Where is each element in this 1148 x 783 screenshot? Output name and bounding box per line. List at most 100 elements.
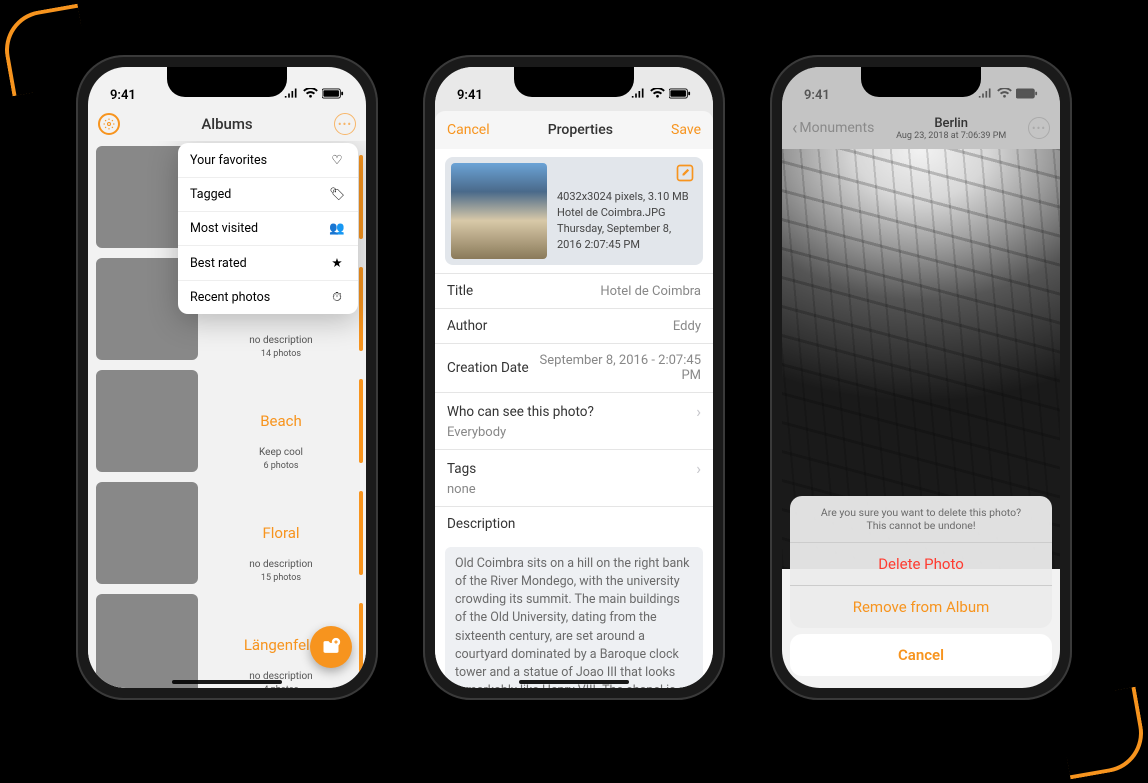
edit-icon[interactable] — [675, 163, 695, 183]
cellular-signal-icon — [978, 88, 993, 103]
sheet-message: Are you sure you want to delete this pho… — [790, 496, 1052, 543]
phone-notch — [167, 67, 287, 97]
album-thumbnail — [96, 594, 198, 688]
author-row[interactable]: Author Eddy — [435, 308, 713, 343]
meta-datetime: Thursday, September 8, 2016 2:07:45 PM — [557, 221, 697, 253]
album-photo-count: 14 photos — [261, 349, 301, 359]
dropdown-item[interactable]: Tagged🏷 — [178, 178, 358, 212]
wifi-icon — [650, 88, 665, 103]
album-info: Floral no description 15 photos — [204, 482, 358, 584]
photo-title-group: Berlin Aug 23, 2018 at 7:06:39 PM — [874, 116, 1028, 141]
album-accent-bar — [359, 379, 363, 463]
back-label: Monuments — [799, 120, 874, 136]
dropdown-item-label: Best rated — [190, 256, 328, 271]
author-value: Eddy — [487, 319, 701, 334]
dropdown-item[interactable]: Recent photos⏱ — [178, 281, 358, 314]
chevron-right-icon: › — [696, 402, 701, 421]
photo-title: Berlin — [874, 116, 1028, 131]
dropdown-item-label: Tagged — [190, 187, 328, 202]
phone-notch — [861, 67, 981, 97]
photo-info-card: 4032x3024 pixels, 3.10 MB Hotel de Coimb… — [445, 157, 703, 265]
dropdown-item-label: Your favorites — [190, 153, 328, 168]
settings-gear-icon[interactable] — [98, 113, 120, 135]
chevron-right-icon: › — [696, 459, 701, 478]
heart-icon: ♡ — [328, 152, 346, 168]
dropdown-item[interactable]: Best rated★ — [178, 246, 358, 281]
delete-photo-button[interactable]: Delete Photo — [790, 543, 1052, 586]
star-icon: ★ — [328, 255, 346, 271]
description-label: Description — [447, 516, 515, 532]
visibility-value: Everybody — [447, 425, 506, 440]
more-menu-icon[interactable]: ••• — [334, 113, 356, 135]
album-photo-count: 15 photos — [261, 573, 301, 583]
phone-mockup-delete: 9:41 ‹ Monuments Berlin Aug 23, 2018 at … — [770, 55, 1072, 700]
battery-icon — [1016, 88, 1038, 103]
album-row[interactable]: Floral no description 15 photos — [88, 477, 366, 589]
album-accent-bar — [359, 267, 363, 351]
visibility-row[interactable]: Who can see this photo? › Everybody — [435, 392, 713, 449]
album-photo-count: 6 photos — [263, 461, 298, 471]
description-label-row: Description — [435, 506, 713, 541]
visibility-label: Who can see this photo? — [447, 404, 594, 420]
album-row[interactable]: Beach Keep cool 6 photos — [88, 365, 366, 477]
modal-title: Properties — [490, 122, 671, 138]
cellular-signal-icon — [284, 88, 299, 103]
description-textarea[interactable]: Old Coimbra sits on a hill on the right … — [445, 547, 703, 688]
home-indicator — [172, 680, 282, 684]
album-accent-bar — [359, 603, 363, 687]
modal-header: Cancel Properties Save — [435, 111, 713, 149]
albums-header: Albums ••• — [88, 107, 366, 141]
dropdown-item[interactable]: Most visited👥 — [178, 212, 358, 246]
wifi-icon — [997, 88, 1012, 103]
tag-icon: 🏷 — [328, 187, 346, 202]
battery-icon — [669, 88, 691, 103]
tags-row[interactable]: Tags › none — [435, 449, 713, 506]
battery-icon — [322, 88, 344, 103]
album-description: Keep cool — [259, 447, 303, 458]
dropdown-item[interactable]: Your favorites♡ — [178, 143, 358, 178]
cellular-signal-icon — [631, 88, 646, 103]
album-title: Beach — [260, 412, 302, 430]
page-title: Albums — [120, 115, 334, 133]
action-sheet: Are you sure you want to delete this pho… — [790, 496, 1052, 628]
tags-label: Tags — [447, 461, 476, 477]
creation-date-row[interactable]: Creation Date September 8, 2016 - 2:07:4… — [435, 343, 713, 392]
dropdown-item-label: Most visited — [190, 221, 328, 236]
tags-value: none — [447, 482, 476, 497]
author-label: Author — [447, 318, 487, 334]
chevron-left-icon: ‹ — [792, 118, 797, 139]
phone-mockup-properties: 9:41 Cancel Properties Save 4032x3024 pi… — [423, 55, 725, 700]
album-accent-bar — [359, 491, 363, 575]
cancel-button[interactable]: Cancel — [447, 122, 490, 138]
photo-navbar: ‹ Monuments Berlin Aug 23, 2018 at 7:06:… — [782, 107, 1060, 149]
photo-thumbnail — [451, 163, 547, 259]
photo-subtitle: Aug 23, 2018 at 7:06:39 PM — [874, 131, 1028, 141]
sort-filter-dropdown: Your favorites♡Tagged🏷Most visited👥Best … — [178, 143, 358, 314]
title-value: Hotel de Coimbra — [473, 284, 701, 299]
meta-pixels: 4032x3024 pixels, 3.10 MB — [557, 189, 697, 205]
album-title: Längenfeld — [244, 636, 318, 654]
people-icon: 👥 — [328, 221, 346, 236]
save-button[interactable]: Save — [671, 122, 701, 138]
home-indicator — [519, 680, 629, 684]
title-label: Title — [447, 283, 473, 299]
album-photo-count: 4 photos — [263, 685, 298, 688]
back-button[interactable]: ‹ Monuments — [792, 118, 874, 139]
sheet-cancel-button[interactable]: Cancel — [790, 634, 1052, 676]
remove-from-album-button[interactable]: Remove from Album — [790, 586, 1052, 628]
album-title: Floral — [262, 524, 299, 542]
phone-mockup-albums: 9:41 Albums ••• 4 photosno description14… — [76, 55, 378, 700]
clock-icon: ⏱ — [328, 290, 346, 305]
more-menu-icon[interactable]: ••• — [1028, 117, 1050, 139]
phone-notch — [514, 67, 634, 97]
dropdown-item-label: Recent photos — [190, 290, 328, 305]
created-label: Creation Date — [447, 360, 529, 376]
title-row[interactable]: Title Hotel de Coimbra — [435, 273, 713, 308]
album-thumbnail — [96, 482, 198, 584]
album-description: no description — [249, 559, 312, 570]
wifi-icon — [303, 88, 318, 103]
album-info: Beach Keep cool 6 photos — [204, 370, 358, 472]
album-thumbnail — [96, 370, 198, 472]
album-accent-bar — [359, 155, 363, 239]
add-album-fab[interactable] — [310, 626, 352, 668]
